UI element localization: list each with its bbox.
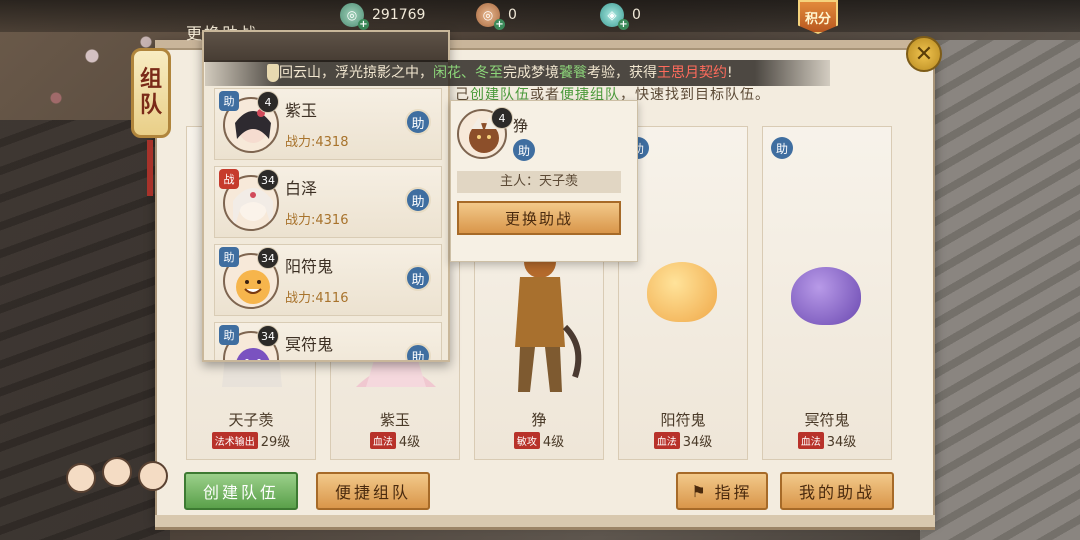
resource-bar: ◎ + 291769 ◎ + 0 ◈ + 0: [0, 0, 1080, 32]
flag-icon: ⚑: [691, 481, 709, 501]
slot-level: 34级: [682, 435, 713, 450]
row-power: 战力:4116: [285, 291, 349, 306]
announcement-marquee: 回云山，浮光掠影之中，闲花、冬至完成梦境饕餮考验，获得王思月契约!: [205, 60, 830, 86]
team-tab-label-2: 队: [139, 93, 162, 118]
background-roof-right: [920, 40, 1080, 540]
assist-tag: 助: [219, 91, 239, 111]
yang-fu-gui-figure: [647, 262, 717, 322]
picker-header: [204, 32, 448, 62]
school-badge: 血法: [797, 432, 824, 449]
command-button[interactable]: ⚑ 指挥: [676, 472, 768, 510]
slot-level: 29级: [260, 435, 291, 450]
row-power: 战力:4318: [285, 135, 349, 150]
assist-detail-popup: 4 狰 助 主人：天子羡 更换助战: [450, 100, 638, 262]
row-name: 阳符鬼: [285, 257, 334, 276]
picker-row[interactable]: 助 34 冥符鬼 助: [214, 322, 442, 360]
slot-level: 4级: [398, 435, 421, 450]
picker-row[interactable]: 助 4 紫玉 战力:4318 助: [214, 88, 442, 160]
assist-badge: 助: [771, 137, 793, 159]
copper-amount: 0: [508, 7, 517, 23]
slot-name: 冥符鬼: [804, 411, 850, 429]
helper-avatar: [138, 461, 168, 491]
level-badge: 34: [257, 169, 279, 191]
jade-coin-icon: ◎ +: [340, 3, 369, 30]
spirit-coin-icon: ◈ +: [600, 3, 629, 30]
school-badge: 敏攻: [513, 432, 540, 449]
slot-level: 4级: [542, 435, 565, 450]
slot-name: 阳符鬼: [660, 411, 706, 429]
battle-tag: 战: [219, 169, 239, 189]
spirit-resource[interactable]: ◈ + 0: [600, 3, 641, 30]
level-badge: 4: [491, 107, 513, 129]
create-team-button[interactable]: 创建队伍: [184, 472, 298, 510]
level-badge: 4: [257, 91, 279, 113]
row-power: 战力:4316: [285, 213, 349, 228]
command-label: 指挥: [714, 483, 753, 502]
select-assist-button[interactable]: 助: [405, 187, 431, 213]
school-badge: 血法: [369, 432, 396, 449]
copper-coin-icon: ◎ +: [476, 3, 505, 30]
assist-tag: 助: [219, 325, 239, 345]
level-badge: 34: [257, 325, 279, 347]
row-name: 紫玉: [285, 101, 318, 120]
lantern-tassel: [147, 140, 153, 196]
school-badge: 法术输出: [211, 432, 258, 449]
slot-name: 紫玉: [379, 411, 410, 429]
select-assist-button[interactable]: 助: [405, 265, 431, 291]
helper-characters[interactable]: [62, 455, 172, 530]
school-badge: 血法: [653, 432, 680, 449]
team-tab[interactable]: 组 队: [131, 48, 171, 138]
close-icon: ✕: [914, 41, 934, 67]
spirit-amount: 0: [632, 7, 641, 23]
detail-name: 狰: [513, 117, 529, 135]
close-button[interactable]: ✕: [906, 36, 942, 72]
helper-avatar: [66, 463, 96, 493]
copper-resource[interactable]: ◎ + 0: [476, 3, 517, 30]
picker-row[interactable]: 战 34 白泽 战力:4316 助: [214, 166, 442, 238]
slot-level: 34级: [826, 435, 857, 450]
select-assist-button[interactable]: 助: [405, 109, 431, 135]
assist-tag: 助: [219, 247, 239, 267]
helper-avatar: [102, 457, 132, 487]
ming-fu-gui-figure: [791, 267, 861, 325]
jade-amount: 291769: [372, 7, 426, 23]
assist-badge: 助: [513, 139, 535, 161]
owner-label: 主人：天子羡: [457, 171, 621, 193]
change-assist-button[interactable]: 更换助战: [457, 201, 621, 235]
my-assist-button[interactable]: 我的助战: [780, 472, 894, 510]
slot-name: 狰: [531, 411, 547, 429]
team-slot-5[interactable]: 助 冥符鬼 血法 34级: [762, 126, 892, 460]
quick-team-button[interactable]: 便捷组队: [316, 472, 430, 510]
level-badge: 34: [257, 247, 279, 269]
team-tab-label-1: 组: [139, 66, 162, 92]
select-assist-button[interactable]: 助: [405, 343, 431, 360]
slot-name: 天子羡: [228, 411, 274, 429]
scroll-icon: [267, 64, 279, 82]
row-name: 冥符鬼: [285, 335, 334, 354]
jade-resource[interactable]: ◎ + 291769: [340, 3, 426, 30]
row-name: 白泽: [285, 179, 318, 198]
picker-row[interactable]: 助 34 阳符鬼 战力:4116 助: [214, 244, 442, 316]
